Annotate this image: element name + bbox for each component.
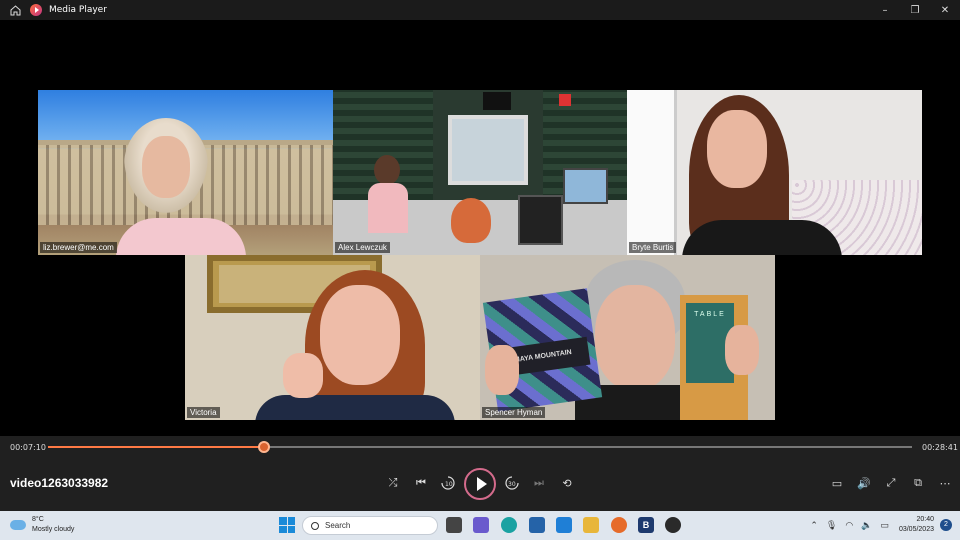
seek-progress xyxy=(48,446,264,448)
title-bar: Media Player – ❐ ✕ xyxy=(0,0,960,20)
edge-browser-icon[interactable] xyxy=(501,517,517,533)
elapsed-time: 00:07:10 xyxy=(10,443,46,452)
search-icon xyxy=(311,521,319,530)
seek-thumb[interactable] xyxy=(258,441,270,453)
playback-controls: 00:07:10 00:28:41 video1263033982 ⤮ ⏮ 10… xyxy=(0,436,960,511)
video-title: video1263033982 xyxy=(10,476,109,490)
participant-name: Alex Lewczuk xyxy=(335,242,390,253)
home-icon[interactable] xyxy=(0,0,30,20)
participant-name: Spencer Hyman xyxy=(482,407,546,418)
system-tray: ⌃ 🎙 ◠ 🔈 ▭ 20:40 03/05/2023 2 xyxy=(806,515,952,535)
participant-tile: Victoria xyxy=(185,255,480,420)
notification-badge[interactable]: 2 xyxy=(940,519,952,531)
b-app-icon[interactable]: B xyxy=(638,517,654,533)
participant-tile: Bryte Burtis xyxy=(627,90,922,255)
repeat-icon[interactable]: ⟲ xyxy=(556,472,578,494)
speaker-icon[interactable]: 🔈 xyxy=(861,520,872,531)
weather-widget[interactable]: 8°C Mostly cloudy xyxy=(10,515,74,535)
video-stage[interactable]: liz.brewer@me.com Alex Lewczuk Bryte Bur… xyxy=(0,20,960,436)
search-placeholder: Search xyxy=(325,521,351,530)
volume-icon[interactable]: 🔊 xyxy=(853,472,875,494)
start-button[interactable] xyxy=(279,517,295,533)
chevron-up-icon[interactable]: ⌃ xyxy=(810,520,818,531)
rewind-10-label: 10 xyxy=(445,481,453,488)
firefox-icon[interactable] xyxy=(611,517,627,533)
microphone-icon[interactable]: 🎙 xyxy=(826,520,837,531)
file-explorer-icon[interactable] xyxy=(583,517,599,533)
battery-icon[interactable]: ▭ xyxy=(880,520,889,531)
cloud-icon xyxy=(10,520,26,530)
temperature: 8°C xyxy=(32,516,44,523)
shuffle-icon[interactable]: ⤮ xyxy=(382,472,404,494)
miniplayer-icon[interactable]: ⧉ xyxy=(907,472,929,494)
participant-name: Bryte Burtis xyxy=(629,242,677,253)
participant-name: Victoria xyxy=(187,407,220,418)
wifi-icon[interactable]: ◠ xyxy=(845,520,853,531)
chat-icon[interactable] xyxy=(473,517,489,533)
participant-tile: MAYA MOUNTAIN TABLE Spencer Hyman xyxy=(480,255,775,420)
seek-bar[interactable] xyxy=(48,441,912,453)
taskbar-search[interactable]: Search xyxy=(302,516,438,535)
task-view-icon[interactable] xyxy=(446,517,462,533)
forward-30-icon[interactable]: 30 xyxy=(501,472,523,494)
minimize-button[interactable]: – xyxy=(870,0,900,20)
mail-icon[interactable] xyxy=(556,517,572,533)
clock-date: 03/05/2023 xyxy=(898,526,934,533)
participant-tile: liz.brewer@me.com xyxy=(38,90,333,255)
fullscreen-icon[interactable]: ⤢ xyxy=(880,472,902,494)
close-button[interactable]: ✕ xyxy=(930,0,960,20)
weather-condition: Mostly cloudy xyxy=(32,526,75,533)
forward-30-label: 30 xyxy=(508,481,516,488)
clock[interactable]: 20:40 03/05/2023 xyxy=(899,515,934,535)
maximize-button[interactable]: ❐ xyxy=(900,0,930,20)
store-icon[interactable] xyxy=(529,517,545,533)
more-options-icon[interactable]: ⋯ xyxy=(934,472,956,494)
clock-time: 20:40 xyxy=(916,516,934,523)
participant-name: liz.brewer@me.com xyxy=(40,242,117,253)
previous-icon[interactable]: ⏮ xyxy=(410,472,432,494)
rewind-10-icon[interactable]: 10 xyxy=(437,472,459,494)
next-icon[interactable]: ⏭ xyxy=(528,472,550,494)
window-title: Media Player xyxy=(49,5,107,15)
play-button[interactable] xyxy=(464,468,496,500)
media-player-app-icon xyxy=(30,4,42,16)
participant-tile: Alex Lewczuk xyxy=(333,90,627,255)
captions-icon[interactable]: ▭ xyxy=(826,472,848,494)
taskbar: 8°C Mostly cloudy Search B ⌃ 🎙 ◠ 🔈 ▭ 20:… xyxy=(0,511,960,540)
total-duration: 00:28:41 xyxy=(922,443,958,452)
media-player-taskbar-icon[interactable] xyxy=(665,517,681,533)
